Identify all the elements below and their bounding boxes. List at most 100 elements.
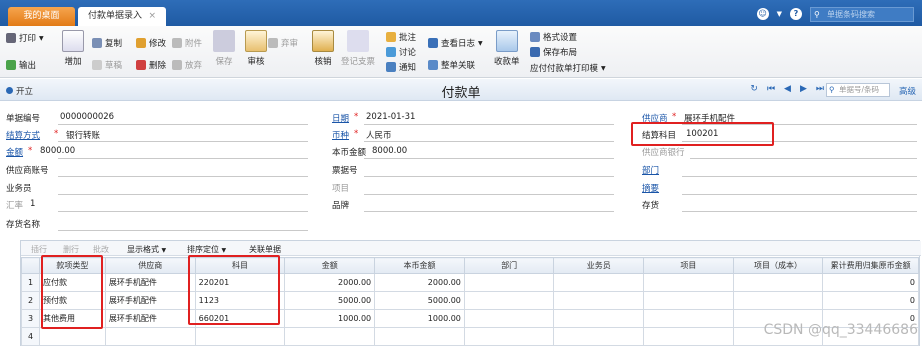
project-label: 项目	[332, 184, 350, 194]
chevron-down-icon[interactable]: ▼	[777, 10, 782, 18]
attach-button[interactable]: 附件	[172, 37, 202, 49]
col-local-amount[interactable]: 本币金额	[374, 257, 465, 274]
first-record-icon[interactable]: ⏮	[767, 84, 775, 94]
col-supplier[interactable]: 供应商	[104, 257, 196, 274]
display-format-button[interactable]: 显示格式 ▼	[127, 244, 166, 255]
cell-supplier[interactable]: 展环手机配件	[104, 291, 196, 310]
col-accum-cost[interactable]: 累计费用归集原币金额	[822, 257, 919, 274]
format-settings-button[interactable]: 格式设置	[530, 31, 577, 43]
cell-amount[interactable]	[284, 327, 376, 346]
tab-payment-entry[interactable]: 付款单据录入 ×	[78, 7, 166, 26]
export-button[interactable]: 输出	[6, 59, 36, 71]
settle-method-field[interactable]: 银行转账	[66, 129, 100, 141]
col-project-cost[interactable]: 项目（成本）	[732, 257, 824, 274]
save-button[interactable]: 保存	[213, 30, 235, 67]
save-layout-button[interactable]: 保存布局	[530, 46, 577, 58]
whole-link-button[interactable]: 整单关联	[428, 59, 475, 71]
col-amount[interactable]: 金额	[284, 257, 376, 274]
cell-dept[interactable]	[463, 291, 555, 310]
cell-type[interactable]	[38, 327, 106, 346]
cell-amount[interactable]: 1000.00	[284, 309, 376, 328]
print-button[interactable]: 打印 ▼	[6, 32, 44, 44]
abandon-button[interactable]: 放弃	[172, 59, 202, 71]
cell-project[interactable]	[643, 291, 734, 310]
abandon-review-icon	[268, 38, 278, 48]
cell-supplier[interactable]: 展环手机配件	[104, 273, 196, 292]
printer-icon	[6, 33, 16, 43]
search-icon: ⚲	[829, 85, 835, 94]
print-template-select[interactable]: 应付付款单打印模 ▼	[530, 62, 606, 74]
top-right-tools: ☺ ▼ ? ⚲ 单据条码搜索	[756, 6, 914, 22]
view-log-button[interactable]: 查看日志 ▼	[428, 37, 483, 49]
cell-dept[interactable]	[463, 327, 555, 346]
log-icon	[428, 38, 438, 48]
date-field[interactable]: 2021-01-31	[366, 112, 415, 122]
verify-button[interactable]: 核销	[312, 30, 334, 67]
user-icon[interactable]: ☺	[756, 8, 769, 20]
cell-salesman[interactable]	[553, 327, 645, 346]
draft-button[interactable]: 草稿	[92, 59, 122, 71]
cell-accum-cost[interactable]: 0	[822, 291, 919, 310]
table-row[interactable]: 1 应付款 展环手机配件 220201 2000.00 2000.00 0	[21, 273, 919, 292]
refresh-icon[interactable]: ↻	[750, 84, 758, 94]
register-check-button[interactable]: 登记支票	[341, 30, 375, 67]
rate-field[interactable]: 1	[30, 199, 35, 209]
cell-dept[interactable]	[463, 273, 555, 292]
batch-edit-button[interactable]: 批改	[93, 244, 109, 255]
sort-locate-button[interactable]: 排序定位 ▼	[187, 244, 226, 255]
cell-salesman[interactable]	[553, 291, 645, 310]
brand-label: 品牌	[332, 201, 350, 211]
chevron-down-icon: ▼	[161, 247, 167, 254]
cell-salesman[interactable]	[553, 273, 645, 292]
help-icon[interactable]: ?	[790, 8, 802, 20]
cell-local-amount[interactable]: 1000.00	[374, 309, 465, 328]
tab-bar: 我的桌面 付款单据录入 × ☺ ▼ ? ⚲ 单据条码搜索	[0, 0, 922, 26]
local-amount-field[interactable]: 8000.00	[372, 146, 407, 156]
insert-row-button[interactable]: 插行	[31, 244, 47, 255]
link-docs-button[interactable]: 关联单据	[249, 244, 281, 255]
cell-supplier[interactable]: 展环手机配件	[104, 309, 196, 328]
amount-field[interactable]: 8000.00	[40, 146, 75, 156]
cell-project-cost[interactable]	[732, 291, 824, 310]
col-dept[interactable]: 部门	[463, 257, 555, 274]
delete-row-button[interactable]: 删行	[63, 244, 79, 255]
add-button[interactable]: 增加	[62, 30, 84, 67]
cell-accum-cost[interactable]: 0	[822, 273, 919, 292]
doc-search-input[interactable]: ⚲ 单据号/条码	[826, 83, 890, 97]
receive-doc-button[interactable]: 收款单	[494, 30, 520, 67]
cell-amount[interactable]: 5000.00	[284, 291, 376, 310]
col-salesman[interactable]: 业务员	[553, 257, 645, 274]
cell-project[interactable]	[643, 309, 734, 328]
next-record-icon[interactable]: ▶	[800, 84, 807, 94]
discuss-button[interactable]: 讨论	[386, 46, 416, 58]
currency-field[interactable]: 人民币	[366, 129, 392, 141]
copy-button[interactable]: 复制	[92, 37, 122, 49]
cell-subject[interactable]	[194, 327, 286, 346]
tab-home[interactable]: 我的桌面	[8, 7, 75, 26]
cell-local-amount[interactable]	[374, 327, 465, 346]
notify-button[interactable]: 通知	[386, 61, 416, 73]
doc-no-field[interactable]: 0000000026	[60, 112, 114, 122]
annotate-button[interactable]: 批注	[386, 31, 416, 43]
col-project[interactable]: 项目	[643, 257, 734, 274]
cell-salesman[interactable]	[553, 309, 645, 328]
modify-button[interactable]: 修改	[136, 37, 166, 49]
cell-amount[interactable]: 2000.00	[284, 273, 376, 292]
cell-local-amount[interactable]: 5000.00	[374, 291, 465, 310]
cell-supplier[interactable]	[104, 327, 196, 346]
abandon-review-button[interactable]: 弃审	[268, 37, 298, 49]
close-icon[interactable]: ×	[148, 7, 156, 26]
last-record-icon[interactable]: ⏭	[816, 84, 824, 94]
table-row[interactable]: 2 预付款 展环手机配件 1123 5000.00 5000.00 0	[21, 291, 919, 310]
barcode-search-input[interactable]: ⚲ 单据条码搜索	[810, 6, 914, 22]
tab-label: 付款单据录入	[88, 11, 143, 21]
cell-project[interactable]	[643, 327, 734, 346]
delete-button[interactable]: 删除	[136, 59, 166, 71]
cell-local-amount[interactable]: 2000.00	[374, 273, 465, 292]
cell-dept[interactable]	[463, 309, 555, 328]
review-button[interactable]: 审核	[245, 30, 267, 67]
cell-project-cost[interactable]	[732, 273, 824, 292]
cell-project[interactable]	[643, 273, 734, 292]
advanced-link[interactable]: 高级	[899, 85, 916, 97]
prev-record-icon[interactable]: ◀	[784, 84, 791, 94]
